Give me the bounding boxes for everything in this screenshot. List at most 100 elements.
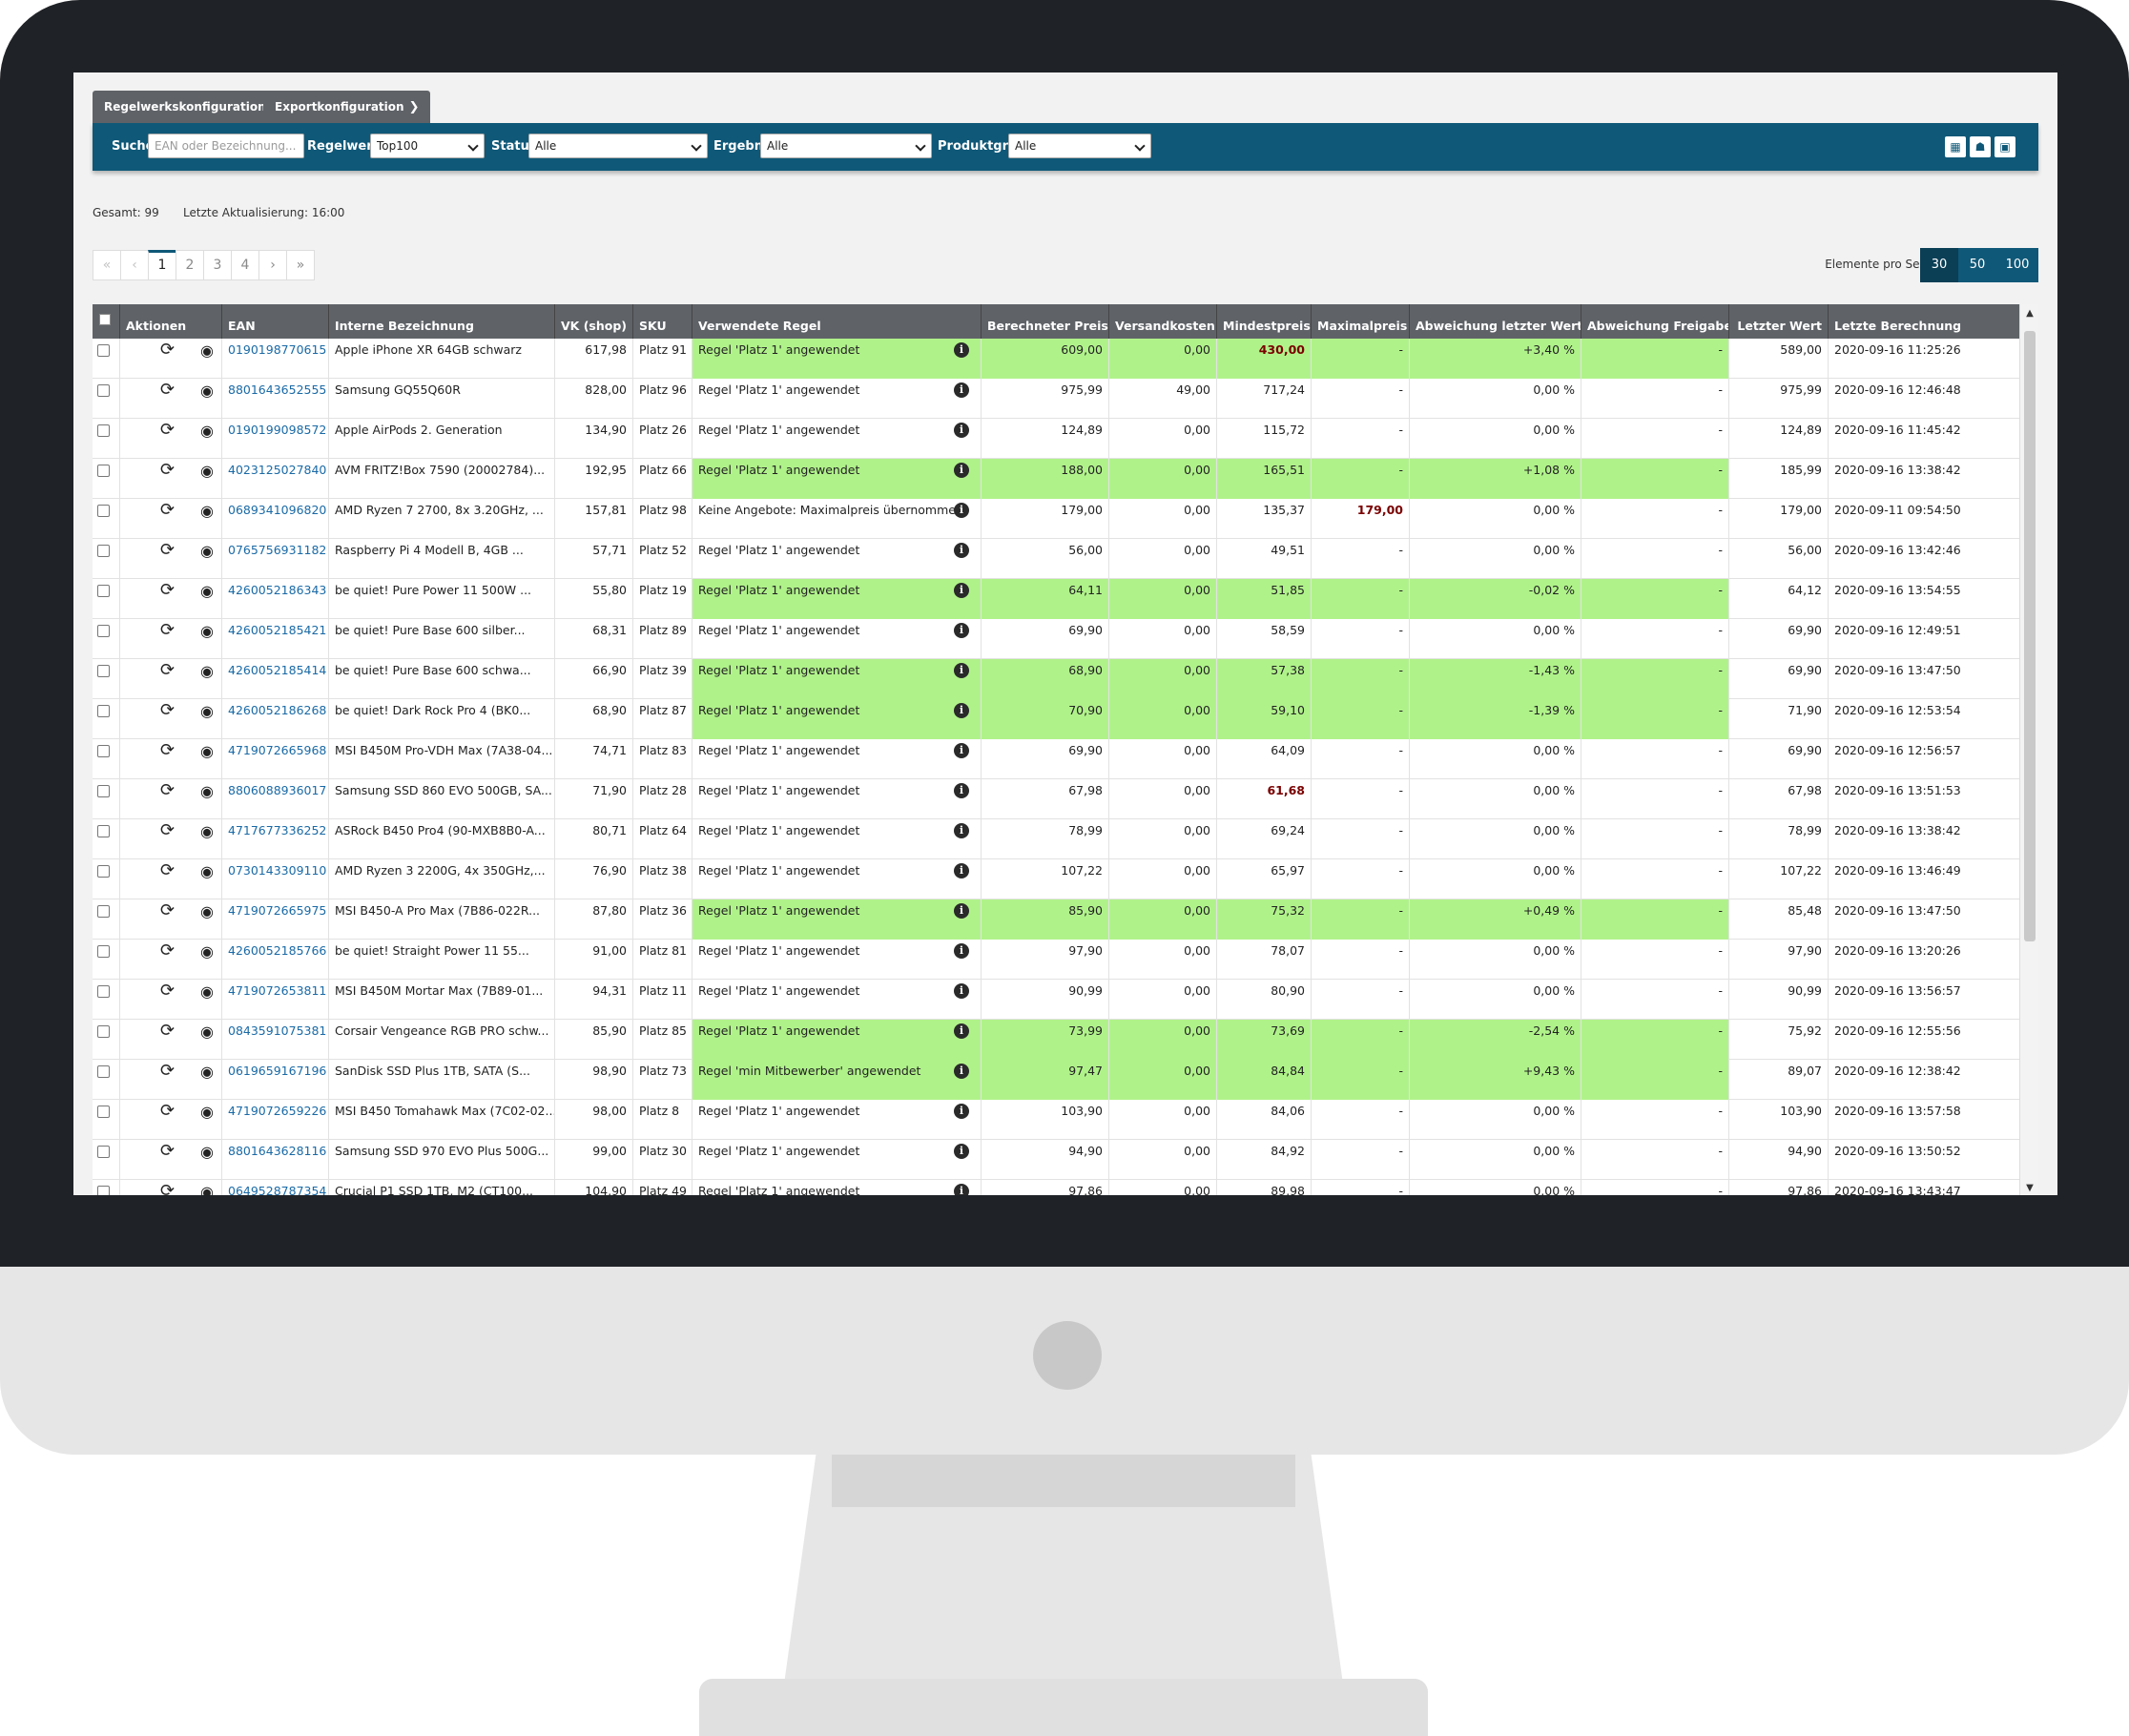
row-checkbox[interactable] bbox=[97, 905, 110, 918]
page-first[interactable]: « bbox=[93, 250, 121, 280]
info-icon[interactable]: i bbox=[954, 623, 969, 638]
sync-icon[interactable]: ⟳ bbox=[160, 779, 175, 802]
ean-link[interactable]: 0190198770615 bbox=[228, 342, 326, 357]
sync-icon[interactable]: ⟳ bbox=[160, 739, 175, 762]
sync-icon[interactable]: ⟳ bbox=[160, 1180, 175, 1195]
sync-icon[interactable]: ⟳ bbox=[160, 899, 175, 922]
ean-link[interactable]: 8806088936017 bbox=[228, 783, 326, 797]
eye-icon[interactable]: ◉ bbox=[200, 859, 214, 884]
row-checkbox[interactable] bbox=[97, 505, 110, 517]
table-row[interactable]: ⟳◉Aktiv0730143309110AMD Ryzen 3 2200G, 4… bbox=[93, 859, 2019, 899]
ean-link[interactable]: 8801643628116 bbox=[228, 1144, 326, 1158]
row-checkbox[interactable] bbox=[97, 665, 110, 677]
row-checkbox[interactable] bbox=[97, 785, 110, 797]
sync-icon[interactable]: ⟳ bbox=[160, 499, 175, 522]
header-ean[interactable]: EAN bbox=[221, 304, 328, 339]
header-free[interactable]: Abweichung Freigabe bbox=[1581, 304, 1728, 339]
table-row[interactable]: ⟳◉Aktiv4023125027840AVM FRITZ!Box 7590 (… bbox=[93, 459, 2019, 499]
scroll-up-icon[interactable]: ▲ bbox=[2020, 308, 2039, 319]
table-row[interactable]: ⟳◉Aktiv4260052186268be quiet! Dark Rock … bbox=[93, 699, 2019, 739]
info-icon[interactable]: i bbox=[954, 983, 969, 999]
table-row[interactable]: ⟳◉Aktiv4260052185766be quiet! Straight P… bbox=[93, 940, 2019, 980]
scroll-thumb[interactable] bbox=[2024, 331, 2036, 941]
info-icon[interactable]: i bbox=[954, 382, 969, 398]
page-prev[interactable]: ‹ bbox=[120, 250, 149, 280]
per-page-50[interactable]: 50 bbox=[1958, 248, 1996, 282]
eye-icon[interactable]: ◉ bbox=[200, 1020, 214, 1044]
info-icon[interactable]: i bbox=[954, 823, 969, 838]
columns-icon[interactable]: ▦ bbox=[1945, 136, 1966, 157]
info-icon[interactable]: i bbox=[954, 503, 969, 518]
eye-icon[interactable]: ◉ bbox=[200, 940, 214, 964]
table-row[interactable]: ⟳◉Aktiv4717677336252ASRock B450 Pro4 (90… bbox=[93, 819, 2019, 859]
eye-icon[interactable]: ◉ bbox=[200, 819, 214, 844]
page-4[interactable]: 4 bbox=[231, 250, 259, 280]
sync-icon[interactable]: ⟳ bbox=[160, 659, 175, 682]
row-checkbox[interactable] bbox=[97, 945, 110, 958]
table-row[interactable]: ⟳◉Aktiv0190198770615Apple iPhone XR 64GB… bbox=[93, 339, 2019, 379]
sync-icon[interactable]: ⟳ bbox=[160, 819, 175, 842]
per-page-100[interactable]: 100 bbox=[1996, 248, 2038, 282]
page-1[interactable]: 1 bbox=[148, 250, 176, 280]
scroll-down-icon[interactable]: ▼ bbox=[2020, 1183, 2039, 1193]
row-checkbox[interactable] bbox=[97, 865, 110, 878]
eye-icon[interactable]: ◉ bbox=[200, 499, 214, 524]
table-row[interactable]: ⟳◉Aktiv8801643628116Samsung SSD 970 EVO … bbox=[93, 1140, 2019, 1180]
info-icon[interactable]: i bbox=[954, 1184, 969, 1195]
tab-exportkonfiguration[interactable]: Exportkonfiguration ❯ bbox=[263, 91, 431, 123]
info-icon[interactable]: i bbox=[954, 423, 969, 438]
sync-icon[interactable]: ⟳ bbox=[160, 699, 175, 722]
row-checkbox[interactable] bbox=[97, 745, 110, 757]
info-icon[interactable]: i bbox=[954, 663, 969, 678]
info-icon[interactable]: i bbox=[954, 943, 969, 959]
table-row[interactable]: ⟳◉Aktiv0689341096820AMD Ryzen 7 2700, 8x… bbox=[93, 499, 2019, 539]
info-icon[interactable]: i bbox=[954, 463, 969, 478]
table-row[interactable]: ⟳◉Aktiv0843591075381Corsair Vengeance RG… bbox=[93, 1020, 2019, 1060]
ean-link[interactable]: 0689341096820 bbox=[228, 503, 326, 517]
sync-icon[interactable]: ⟳ bbox=[160, 539, 175, 562]
row-checkbox[interactable] bbox=[97, 465, 110, 477]
info-icon[interactable]: i bbox=[954, 342, 969, 358]
info-icon[interactable]: i bbox=[954, 703, 969, 718]
row-checkbox[interactable] bbox=[97, 985, 110, 998]
table-row[interactable]: ⟳◉Aktiv4719072665975MSI B450-A Pro Max (… bbox=[93, 899, 2019, 940]
ean-link[interactable]: 4719072665968 bbox=[228, 743, 326, 757]
header-rule[interactable]: Verwendete Regel bbox=[692, 304, 981, 339]
header-calc[interactable]: Berechneter Preis bbox=[981, 304, 1108, 339]
table-row[interactable]: ⟳◉Aktiv4719072659226MSI B450 Tomahawk Ma… bbox=[93, 1100, 2019, 1140]
table-row[interactable]: ⟳◉Aktiv4719072653811MSI B450M Mortar Max… bbox=[93, 980, 2019, 1020]
sync-icon[interactable]: ⟳ bbox=[160, 579, 175, 602]
eye-icon[interactable]: ◉ bbox=[200, 1060, 214, 1085]
row-checkbox[interactable] bbox=[97, 585, 110, 597]
ean-link[interactable]: 4719072665975 bbox=[228, 903, 326, 918]
product-group-select[interactable]: Alle bbox=[1008, 134, 1151, 158]
row-checkbox[interactable] bbox=[97, 705, 110, 717]
ean-link[interactable]: 0649528787354 bbox=[228, 1184, 326, 1195]
table-row[interactable]: ⟳◉Aktiv4260052186343be quiet! Pure Power… bbox=[93, 579, 2019, 619]
eye-icon[interactable]: ◉ bbox=[200, 1100, 214, 1125]
page-last[interactable]: » bbox=[286, 250, 315, 280]
eye-icon[interactable]: ◉ bbox=[200, 1140, 214, 1165]
table-row[interactable]: ⟳◉Aktiv4260052185414be quiet! Pure Base … bbox=[93, 659, 2019, 699]
eye-icon[interactable]: ◉ bbox=[200, 419, 214, 444]
eye-icon[interactable]: ◉ bbox=[200, 1180, 214, 1195]
table-row[interactable]: ⟳◉Aktiv0765756931182Raspberry Pi 4 Model… bbox=[93, 539, 2019, 579]
ean-link[interactable]: 4260052185766 bbox=[228, 943, 326, 958]
row-checkbox[interactable] bbox=[97, 1025, 110, 1038]
eye-icon[interactable]: ◉ bbox=[200, 339, 214, 363]
header-vk[interactable]: VK (shop) bbox=[554, 304, 632, 339]
table-row[interactable]: ⟳◉Aktiv8806088936017Samsung SSD 860 EVO … bbox=[93, 779, 2019, 819]
info-icon[interactable]: i bbox=[954, 583, 969, 598]
eye-icon[interactable]: ◉ bbox=[200, 739, 214, 764]
table-row[interactable]: ⟳◉Aktiv4260052185421be quiet! Pure Base … bbox=[93, 619, 2019, 659]
search-input[interactable]: EAN oder Bezeichnung... bbox=[148, 134, 304, 158]
row-checkbox[interactable] bbox=[97, 1106, 110, 1118]
row-checkbox[interactable] bbox=[97, 1186, 110, 1195]
row-checkbox[interactable] bbox=[97, 625, 110, 637]
ean-link[interactable]: 4260052185414 bbox=[228, 663, 326, 677]
info-icon[interactable]: i bbox=[954, 1023, 969, 1039]
sync-icon[interactable]: ⟳ bbox=[160, 339, 175, 362]
save-icon[interactable]: ▣ bbox=[1995, 136, 2015, 157]
info-icon[interactable]: i bbox=[954, 863, 969, 878]
page-2[interactable]: 2 bbox=[176, 250, 204, 280]
